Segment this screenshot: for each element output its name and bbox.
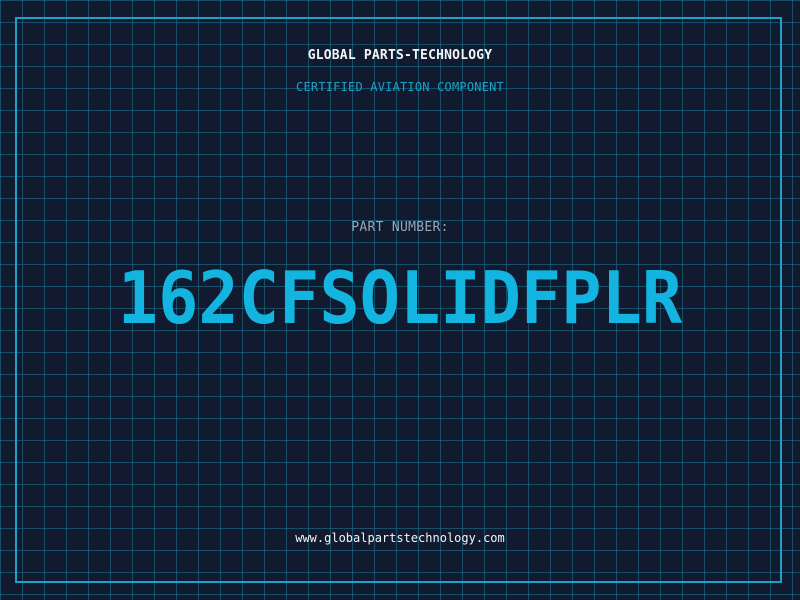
certificate-page: GLOBAL PARTS-TECHNOLOGY CERTIFIED AVIATI…	[0, 0, 800, 600]
website-url: www.globalpartstechnology.com	[295, 531, 505, 545]
part-number-label: PART NUMBER:	[351, 220, 449, 235]
company-name: GLOBAL PARTS-TECHNOLOGY	[307, 48, 493, 63]
part-number-value: 162CFSOLIDFPLR	[117, 256, 683, 340]
certification-subtitle: CERTIFIED AVIATION COMPONENT	[296, 80, 504, 94]
